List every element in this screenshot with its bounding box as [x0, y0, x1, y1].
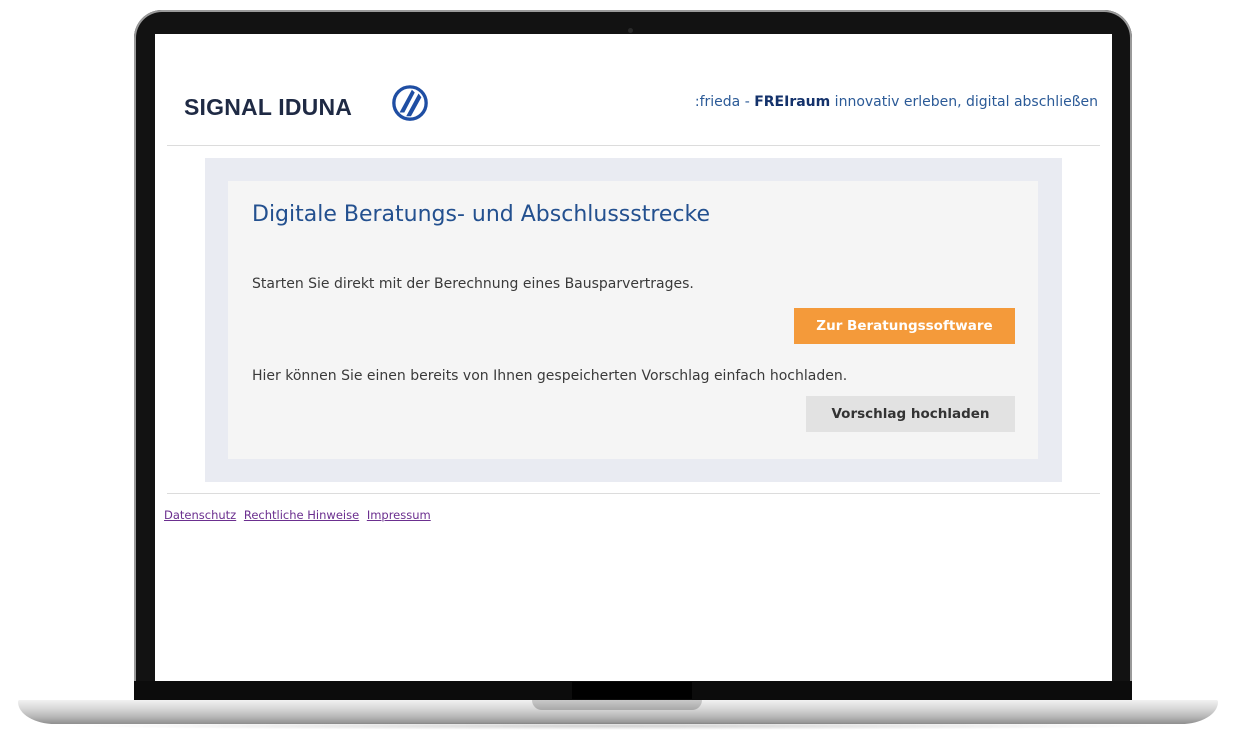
footer-link-impressum[interactable]: Impressum	[367, 508, 431, 522]
upload-proposal-button[interactable]: Vorschlag hochladen	[806, 396, 1015, 432]
start-description: Starten Sie direkt mit der Berechnung ei…	[252, 276, 694, 292]
laptop-notch	[572, 682, 692, 699]
start-consulting-software-button[interactable]: Zur Beratungssoftware	[794, 308, 1015, 344]
brand-logo-text[interactable]: SIGNAL IDUNA	[184, 94, 352, 121]
laptop-base-groove	[532, 700, 702, 710]
webcam	[628, 28, 633, 33]
page-header: SIGNAL IDUNA :frieda - FREIraum innovati…	[155, 34, 1112, 146]
tagline-prefix: :frieda -	[694, 94, 755, 110]
laptop-screen: SIGNAL IDUNA :frieda - FREIraum innovati…	[155, 34, 1112, 681]
header-divider	[167, 145, 1100, 146]
footer-link-datenschutz[interactable]: Datenschutz	[164, 508, 236, 522]
tagline-suffix: innovativ erleben, digital abschließen	[830, 94, 1098, 110]
tagline-brand: FREIraum	[754, 94, 831, 110]
upload-description: Hier können Sie einen bereits von Ihnen …	[252, 368, 848, 384]
page-title: Digitale Beratungs- und Abschlussstrecke	[252, 202, 711, 227]
signal-iduna-logo-icon[interactable]	[391, 84, 429, 122]
footer-divider	[167, 493, 1100, 494]
header-tagline: :frieda - FREIraum innovativ erleben, di…	[695, 94, 1098, 110]
laptop-shadow	[60, 722, 1180, 730]
footer-link-rechtliche-hinweise[interactable]: Rechtliche Hinweise	[244, 508, 359, 522]
footer-links: Datenschutz Rechtliche Hinweise Impressu…	[164, 508, 435, 522]
